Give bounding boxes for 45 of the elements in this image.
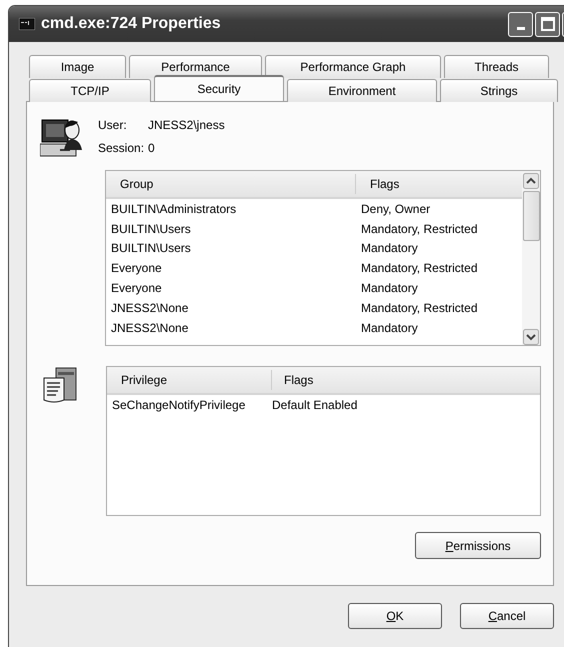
- column-header[interactable]: Privilege: [107, 370, 272, 390]
- table-cell-text: BUILTIN\Users: [110, 222, 192, 236]
- tab[interactable]: Performance: [129, 55, 262, 78]
- permissions-button[interactable]: Permissions: [415, 532, 541, 559]
- tab[interactable]: Threads: [444, 55, 549, 78]
- table-cell-text: Everyone: [110, 281, 163, 296]
- dialog-button[interactable]: OK: [348, 603, 442, 629]
- scroll-up-icon[interactable]: [523, 173, 539, 189]
- tab[interactable]: Performance Graph: [265, 55, 441, 78]
- tab[interactable]: Image: [29, 55, 126, 78]
- table-cell-text: BUILTIN\Users: [110, 241, 192, 256]
- table-cell-text: Mandatory, Restricted: [360, 222, 478, 236]
- scroll-thumb[interactable]: [522, 191, 540, 241]
- scroll-down-icon[interactable]: [523, 329, 539, 345]
- scrollbar[interactable]: [522, 171, 540, 345]
- column-header[interactable]: Flags: [356, 174, 522, 194]
- table-cell-text: Mandatory: [360, 320, 419, 335]
- table-cell-text: BUILTIN\Administrators: [110, 202, 238, 216]
- session-value: 0: [148, 141, 155, 155]
- table-cell-text: SeChangeNotifyPrivilege: [111, 398, 246, 412]
- dialog-button[interactable]: Cancel: [460, 603, 554, 629]
- session-label: Session:: [98, 141, 146, 155]
- user-label: User:: [98, 118, 128, 132]
- column-header[interactable]: Group: [106, 174, 356, 194]
- table-cell-text: Default Enabled: [272, 398, 358, 412]
- tab[interactable]: TCP/IP: [29, 79, 151, 102]
- maximize-icon: [540, 17, 554, 31]
- maximize-button[interactable]: [535, 12, 560, 36]
- table-cell-text: Mandatory, Restricted: [360, 261, 478, 276]
- console-icon: [19, 18, 35, 30]
- table-cell-text: Deny, Owner: [360, 202, 432, 216]
- table-cell-text: Mandatory, Restricted: [360, 300, 478, 315]
- user-value: JNESS2\jness: [148, 118, 225, 132]
- table-cell-text: JNESS2\None: [110, 300, 190, 315]
- table-cell-text: JNESS2\None: [110, 320, 190, 335]
- minimize-icon: [516, 26, 524, 30]
- table-cell-text: Everyone: [110, 261, 163, 276]
- tab[interactable]: Strings: [440, 79, 558, 102]
- table-cell-text: Mandatory: [360, 241, 419, 256]
- tab[interactable]: Security: [154, 75, 284, 101]
- column-header[interactable]: Flags: [272, 370, 540, 390]
- table-cell-text: Mandatory: [360, 281, 419, 296]
- minimize-button[interactable]: [508, 12, 533, 36]
- tab[interactable]: Environment: [287, 79, 437, 102]
- window-title: cmd.exe:724 Properties: [41, 15, 221, 33]
